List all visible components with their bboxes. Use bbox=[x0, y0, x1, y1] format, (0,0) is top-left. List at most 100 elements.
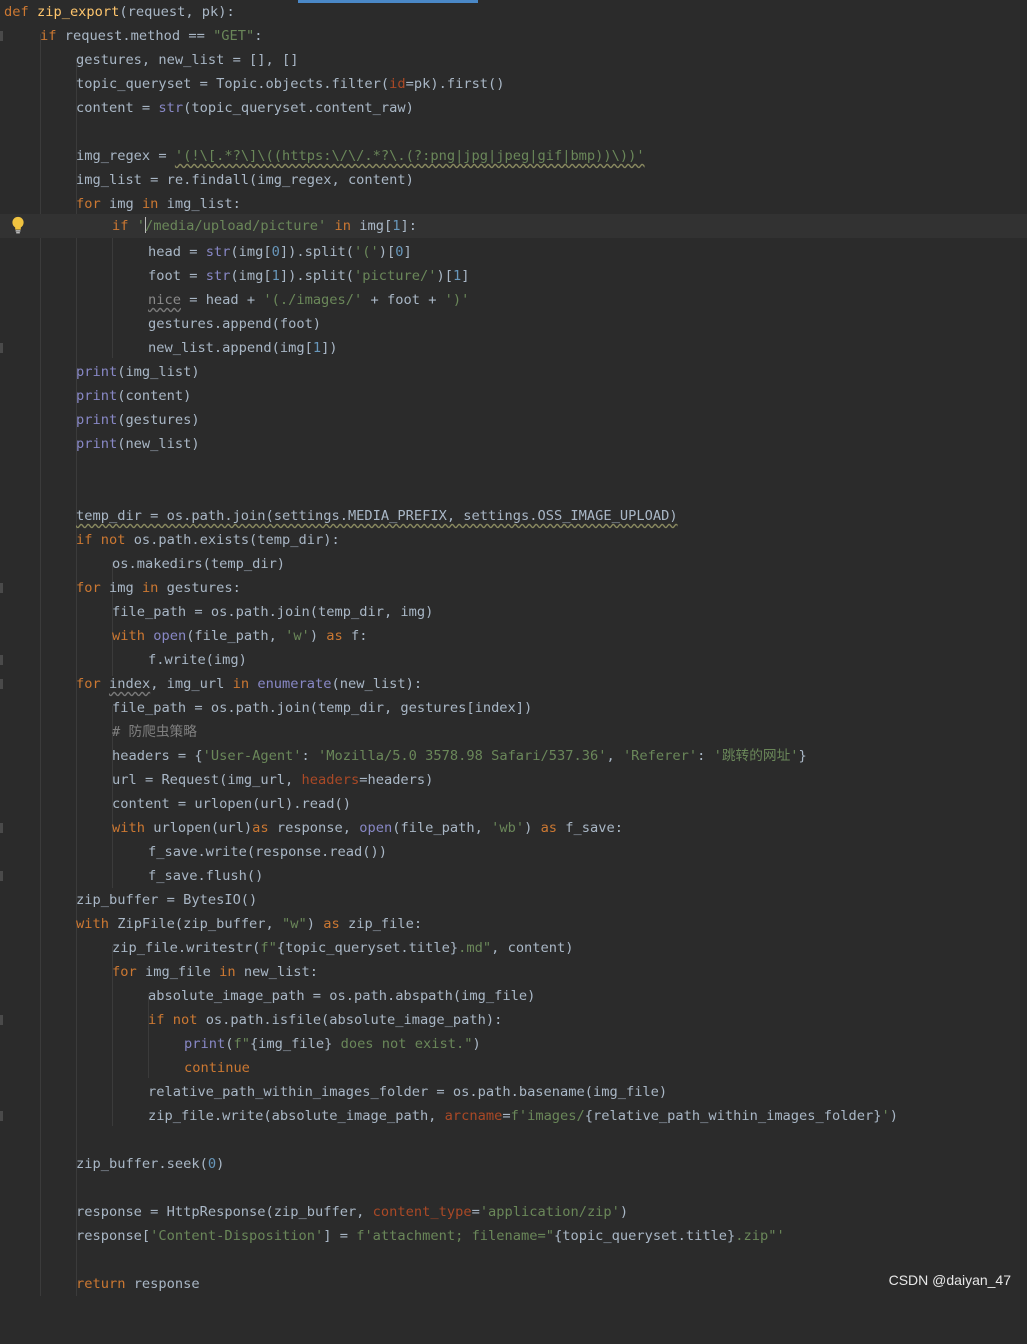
code-line[interactable]: url = Request(img_url, headers=headers) bbox=[0, 768, 1027, 792]
code-line[interactable]: img_list = re.findall(img_regex, content… bbox=[0, 168, 1027, 192]
keyword-as: as bbox=[323, 916, 340, 932]
builtin-name: print bbox=[76, 388, 118, 404]
code-text: response bbox=[125, 1276, 200, 1292]
code-line[interactable]: new_list.append(img[1]) bbox=[0, 336, 1027, 360]
code-line[interactable]: with open(file_path, 'w') as f: bbox=[0, 624, 1027, 648]
keyword-as: as bbox=[540, 820, 558, 836]
code-line[interactable]: foot = str(img[1]).split('picture/')[1] bbox=[0, 264, 1027, 288]
keyword-argument: arcname bbox=[444, 1108, 503, 1124]
code-line[interactable]: response = HttpResponse(zip_buffer, cont… bbox=[0, 1200, 1027, 1224]
fold-marker[interactable] bbox=[0, 583, 3, 593]
code-text: ) bbox=[472, 1036, 481, 1052]
code-line[interactable]: if not os.path.exists(temp_dir): bbox=[0, 528, 1027, 552]
code-line[interactable]: print(f"{img_file} does not exist.") bbox=[0, 1032, 1027, 1056]
code-text: = bbox=[502, 1108, 511, 1124]
code-editor[interactable]: def zip_export(request, pk): if request.… bbox=[0, 0, 1027, 1297]
code-text: , bbox=[606, 748, 623, 764]
keyword-with: with bbox=[112, 628, 145, 644]
code-line[interactable]: return response bbox=[0, 1272, 1027, 1296]
code-line[interactable]: topic_queryset = Topic.objects.filter(id… bbox=[0, 72, 1027, 96]
code-line[interactable]: for index, img_url in enumerate(new_list… bbox=[0, 672, 1027, 696]
code-line[interactable]: continue bbox=[0, 1056, 1027, 1080]
number-literal: 0 bbox=[395, 244, 404, 260]
code-line[interactable]: zip_file.write(absolute_image_path, arcn… bbox=[0, 1104, 1027, 1128]
code-line[interactable]: zip_buffer = BytesIO() bbox=[0, 888, 1027, 912]
code-line[interactable]: zip_buffer.seek(0) bbox=[0, 1152, 1027, 1176]
code-line[interactable]: relative_path_within_images_folder = os.… bbox=[0, 1080, 1027, 1104]
code-text: content = urlopen(url).read() bbox=[112, 796, 351, 812]
fold-marker[interactable] bbox=[0, 823, 3, 833]
keyword-if-not: if not bbox=[76, 532, 126, 548]
code-line[interactable]: zip_file.writestr(f"{topic_queryset.titl… bbox=[0, 936, 1027, 960]
code-text: f.write(img) bbox=[148, 652, 247, 668]
fold-marker[interactable] bbox=[0, 1111, 3, 1121]
code-line[interactable]: if not os.path.isfile(absolute_image_pat… bbox=[0, 1008, 1027, 1032]
keyword-for: for bbox=[112, 964, 137, 980]
code-text: + foot + bbox=[362, 292, 445, 308]
code-line[interactable]: print(new_list) bbox=[0, 432, 1027, 456]
fold-marker[interactable] bbox=[0, 679, 3, 689]
code-text: file_path = os.path.join(temp_dir, gestu… bbox=[112, 700, 533, 716]
code-line[interactable]: gestures, new_list = [], [] bbox=[0, 48, 1027, 72]
code-text: new_list: bbox=[235, 964, 319, 980]
code-text: (content) bbox=[117, 388, 192, 404]
code-line[interactable]: absolute_image_path = os.path.abspath(im… bbox=[0, 984, 1027, 1008]
code-line[interactable]: headers = {'User-Agent': 'Mozilla/5.0 35… bbox=[0, 744, 1027, 768]
fold-marker[interactable] bbox=[0, 655, 3, 665]
code-text: img bbox=[100, 580, 142, 596]
keyword-with: with bbox=[76, 916, 109, 932]
keyword-in: in bbox=[141, 580, 159, 596]
builtin-name: open bbox=[359, 820, 393, 836]
code-comment: # 防爬虫策略 bbox=[112, 724, 197, 740]
code-line[interactable]: f_save.flush() bbox=[0, 864, 1027, 888]
code-line[interactable]: temp_dir = os.path.join(settings.MEDIA_P… bbox=[0, 504, 1027, 528]
code-line[interactable]: os.makedirs(temp_dir) bbox=[0, 552, 1027, 576]
string-literal: does not exist." bbox=[332, 1036, 473, 1052]
code-line[interactable]: nice = head + '(./images/' + foot + ')' bbox=[0, 288, 1027, 312]
lightbulb-icon[interactable] bbox=[11, 216, 25, 234]
code-text: request.method == bbox=[56, 28, 214, 44]
builtin-name: print bbox=[76, 364, 118, 380]
fold-marker[interactable] bbox=[0, 31, 3, 41]
code-line[interactable]: # 防爬虫策略 bbox=[0, 720, 1027, 744]
code-text: } bbox=[798, 748, 807, 764]
code-line[interactable]: if request.method == "GET": bbox=[0, 24, 1027, 48]
code-line[interactable]: print(gestures) bbox=[0, 408, 1027, 432]
code-line[interactable]: img_regex = '(!\[.*?\]\((https:\/\/.*?\.… bbox=[0, 144, 1027, 168]
keyword-if: if bbox=[40, 28, 57, 44]
builtin-name: print bbox=[76, 436, 118, 452]
code-line-current[interactable]: if '/media/upload/picture' in img[1]: bbox=[0, 214, 1027, 238]
fold-marker[interactable] bbox=[0, 871, 3, 881]
code-line[interactable]: for img in gestures: bbox=[0, 576, 1027, 600]
number-literal: 1 bbox=[452, 268, 462, 284]
number-literal: 0 bbox=[207, 1156, 217, 1172]
code-line[interactable]: content = str(topic_queryset.content_raw… bbox=[0, 96, 1027, 120]
code-line[interactable]: for img_file in new_list: bbox=[0, 960, 1027, 984]
string-literal: 'wb' bbox=[491, 820, 525, 836]
string-literal: 'Referer' bbox=[622, 748, 698, 764]
code-text: gestures.append(foot) bbox=[148, 316, 322, 332]
code-text: img_file bbox=[136, 964, 220, 980]
code-line[interactable]: gestures.append(foot) bbox=[0, 312, 1027, 336]
code-line[interactable]: content = urlopen(url).read() bbox=[0, 792, 1027, 816]
code-line[interactable]: print(img_list) bbox=[0, 360, 1027, 384]
string-literal: f" bbox=[233, 1036, 250, 1052]
builtin-name: enumerate bbox=[257, 676, 332, 692]
code-text: (gestures) bbox=[117, 412, 200, 428]
code-line[interactable]: print(content) bbox=[0, 384, 1027, 408]
fold-marker[interactable] bbox=[0, 343, 3, 353]
code-line[interactable]: f.write(img) bbox=[0, 648, 1027, 672]
string-literal: 'Content-Disposition' bbox=[150, 1228, 324, 1244]
keyword-for: for bbox=[76, 676, 101, 692]
code-line[interactable]: file_path = os.path.join(temp_dir, img) bbox=[0, 600, 1027, 624]
code-line[interactable]: for img in img_list: bbox=[0, 192, 1027, 216]
code-line[interactable]: head = str(img[0]).split('(')[0] bbox=[0, 240, 1027, 264]
code-line[interactable]: with urlopen(url)as response, open(file_… bbox=[0, 816, 1027, 840]
keyword-return: return bbox=[76, 1276, 126, 1292]
code-line[interactable]: with ZipFile(zip_buffer, "w") as zip_fil… bbox=[0, 912, 1027, 936]
code-line[interactable]: response['Content-Disposition'] = f'atta… bbox=[0, 1224, 1027, 1248]
code-line[interactable]: def zip_export(request, pk): bbox=[0, 0, 1027, 24]
code-line[interactable]: f_save.write(response.read()) bbox=[0, 840, 1027, 864]
code-line[interactable]: file_path = os.path.join(temp_dir, gestu… bbox=[0, 696, 1027, 720]
fold-marker[interactable] bbox=[0, 1015, 3, 1025]
